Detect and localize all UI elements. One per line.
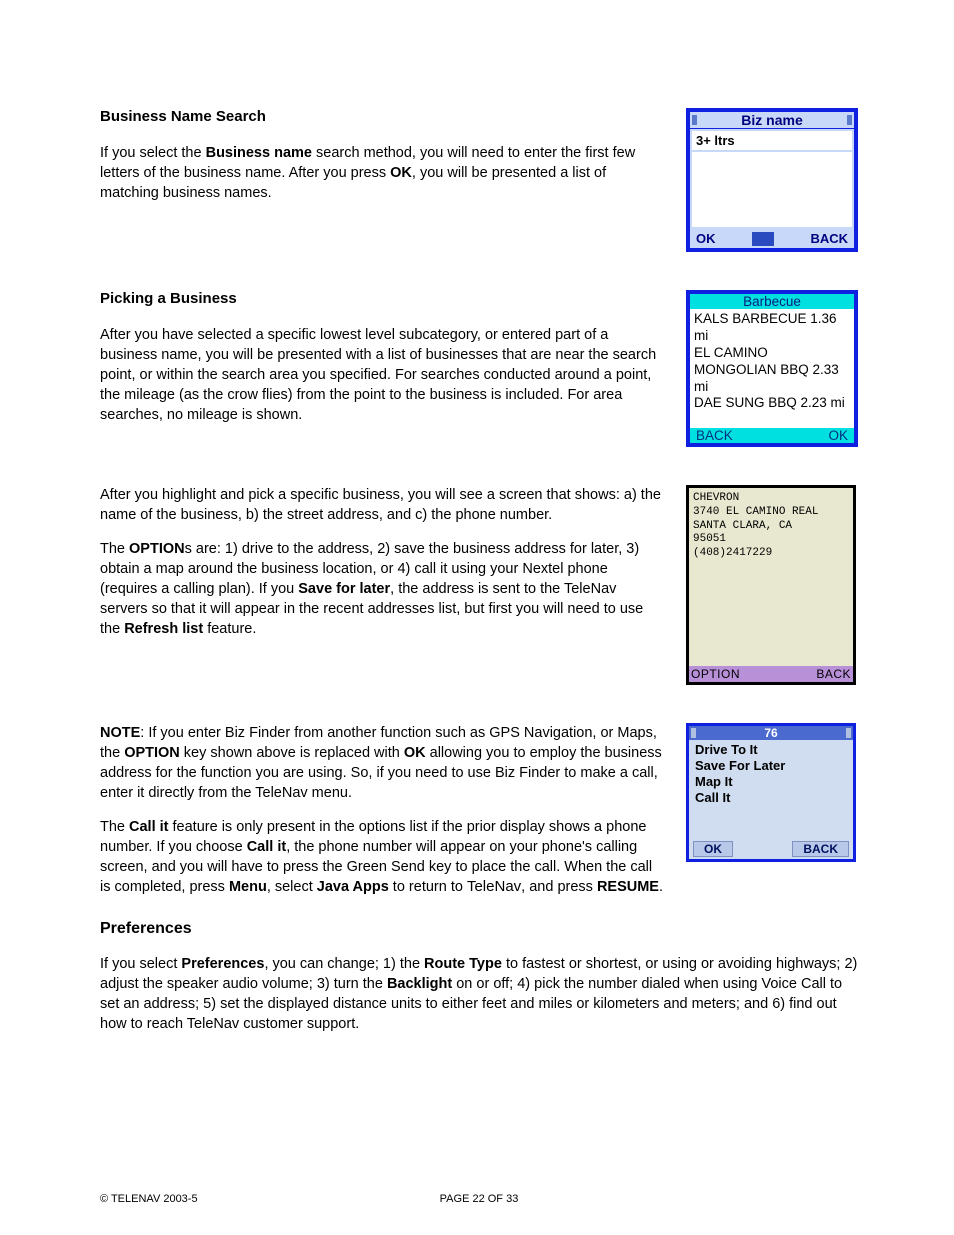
footer: © TELENAV 2003-5 PAGE 22 OF 33: [100, 1193, 858, 1205]
para-note: NOTE: If you enter Biz Finder from anoth…: [100, 723, 664, 803]
para-preferences: If you select Preferences, you can chang…: [100, 954, 858, 1034]
phone-input-field[interactable]: 3+ ltrs: [692, 131, 852, 150]
phone-title: Biz name: [690, 112, 854, 129]
footer-page-number: PAGE 22 OF 33: [100, 1193, 858, 1205]
menu-save-for-later[interactable]: Save For Later: [695, 758, 847, 773]
softkey-ok[interactable]: OK: [696, 231, 716, 246]
heading-preferences: Preferences: [100, 920, 858, 938]
menu-drive-to-it[interactable]: Drive To It: [695, 742, 847, 757]
phone-list-title: Barbecue: [690, 294, 854, 309]
heading-business-name-search: Business Name Search: [100, 108, 664, 125]
phone-menu-title: 76: [689, 726, 853, 740]
phone-business-detail: CHEVRON 3740 EL CAMINO REAL SANTA CLARA,…: [686, 485, 856, 685]
para-highlight-business: After you highlight and pick a specific …: [100, 485, 664, 525]
page: Business Name Search If you select the B…: [0, 0, 954, 1235]
phone-detail-body: CHEVRON 3740 EL CAMINO REAL SANTA CLARA,…: [689, 488, 853, 666]
softkey-back[interactable]: BACK: [792, 841, 849, 857]
para-picking-business: After you have selected a specific lowes…: [100, 325, 664, 425]
phone-business-list: Barbecue KALS BARBECUE 1.36 mi EL CAMINO…: [686, 290, 858, 447]
phone-options-menu: 76 Drive To It Save For Later Map It Cal…: [686, 723, 856, 862]
softkey-back[interactable]: BACK: [816, 667, 851, 681]
para-call-it: The Call it feature is only present in t…: [100, 817, 664, 898]
softkey-option[interactable]: OPTION: [691, 667, 740, 681]
softkey-back[interactable]: BACK: [810, 231, 848, 246]
softkey-middle-icon[interactable]: [752, 232, 774, 246]
heading-picking-business: Picking a Business: [100, 290, 664, 307]
para-options: The OPTIONs are: 1) drive to the address…: [100, 539, 664, 639]
phone-biz-name-input: Biz name 3+ ltrs OK BACK: [686, 108, 858, 252]
softkey-back[interactable]: BACK: [696, 428, 733, 443]
para-business-name-search: If you select the Business name search m…: [100, 143, 664, 203]
menu-call-it[interactable]: Call It: [695, 790, 847, 805]
phone-list-body[interactable]: KALS BARBECUE 1.36 mi EL CAMINO MONGOLIA…: [690, 309, 854, 428]
menu-map-it[interactable]: Map It: [695, 774, 847, 789]
phone-body: [692, 152, 852, 227]
softkey-ok[interactable]: OK: [693, 841, 733, 857]
softkey-ok[interactable]: OK: [828, 428, 848, 443]
